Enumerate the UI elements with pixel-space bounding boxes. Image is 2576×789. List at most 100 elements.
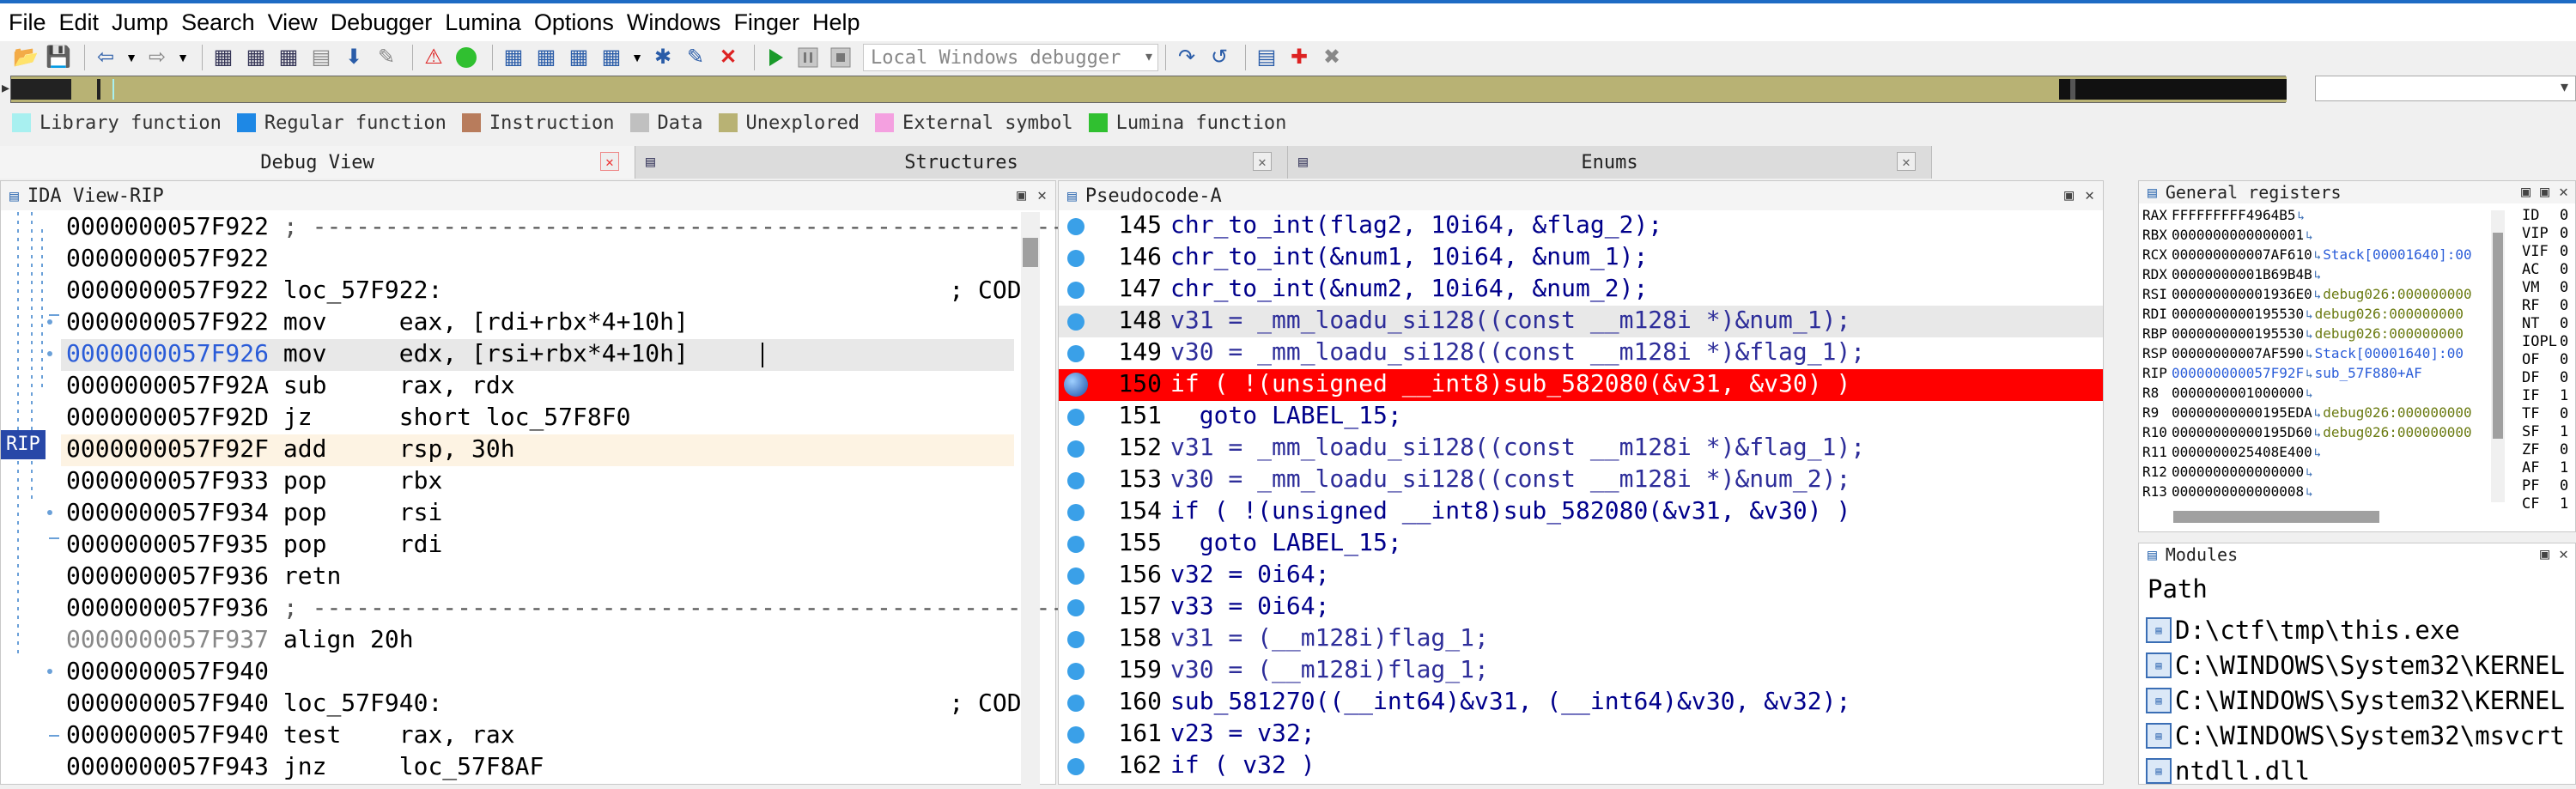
flag-value[interactable]: 1 — [2560, 459, 2568, 476]
pen-icon[interactable]: ✎ — [682, 44, 709, 71]
modules-column-header[interactable]: Path — [2148, 574, 2208, 604]
menu-item-finger[interactable]: Finger — [730, 9, 809, 36]
make-string-icon[interactable]: ▦ — [565, 44, 592, 71]
pseudocode-line[interactable]: 156 v32 = 0i64; — [1059, 560, 2103, 592]
flag-value[interactable]: 0 — [2560, 297, 2568, 314]
breakpoint-icon[interactable] — [1064, 373, 1088, 397]
jump-arrow-icon[interactable]: ↳ — [2306, 328, 2312, 342]
forward-arrow-icon[interactable]: ⇨ — [143, 44, 171, 71]
line-bullet-icon[interactable] — [1067, 567, 1084, 585]
flag-row[interactable]: VM 0 — [2522, 279, 2568, 298]
line-bullet-icon[interactable] — [1067, 663, 1084, 680]
register-value[interactable]: 00000000000195D60 — [2172, 424, 2312, 440]
flag-row[interactable]: OF 0 — [2522, 351, 2568, 370]
flag-row[interactable]: TF 0 — [2522, 405, 2568, 424]
menu-item-debugger[interactable]: Debugger — [327, 9, 442, 36]
ida-scrollbar-thumb[interactable] — [1023, 238, 1038, 267]
close-icon[interactable]: ✕ — [1897, 152, 1916, 171]
menu-item-file[interactable]: File — [5, 9, 56, 36]
tab-debug-view[interactable]: Debug View ✕ — [0, 146, 635, 179]
jump-arrow-icon[interactable]: ↳ — [2306, 308, 2312, 322]
restore-icon[interactable]: ▣ — [2064, 186, 2074, 204]
pseudocode-line[interactable]: 155 goto LABEL_15; — [1059, 528, 2103, 560]
chevron-down-icon[interactable]: ▼ — [630, 44, 644, 71]
pseudocode-line[interactable]: 149 v30 = _mm_loadu_si128((const __m128i … — [1059, 337, 2103, 369]
down-arrow-icon[interactable]: ⬇ — [340, 44, 368, 71]
register-value[interactable]: 0000000000000000 — [2172, 464, 2304, 480]
register-value[interactable]: 00000000001B69B4B — [2172, 266, 2312, 282]
register-value[interactable]: 0000000025408E400 — [2172, 444, 2312, 460]
disasm-line[interactable]: 0000000057F92D jz short loc_57F8F0 — [66, 403, 630, 434]
disasm-line[interactable]: 0000000057F937 align 20h — [66, 625, 414, 657]
binary-search-icon[interactable]: ▦ — [210, 44, 237, 71]
menu-item-windows[interactable]: Windows — [623, 9, 731, 36]
line-bullet-icon[interactable] — [1067, 695, 1084, 712]
search-next-icon[interactable]: ▤ — [307, 44, 335, 71]
menu-item-lumina[interactable]: Lumina — [441, 9, 531, 36]
pseudocode-line[interactable]: 148 v31 = _mm_loadu_si128((const __m128i … — [1059, 306, 2103, 337]
pseudocode-line[interactable]: 160 sub_581270((__int64)&v31, (__int64)&v… — [1059, 687, 2103, 719]
jump-arrow-icon[interactable]: ↳ — [2298, 209, 2305, 223]
disasm-line[interactable]: 0000000057F926 mov edx, [rsi+rbx*4+10h] — [66, 339, 689, 371]
disasm-line[interactable]: 0000000057F922 loc_57F922: ; CODE — [66, 276, 1036, 307]
chevron-down-icon[interactable]: ▼ — [125, 44, 138, 71]
line-bullet-icon[interactable] — [1067, 218, 1084, 235]
line-bullet-icon[interactable] — [1067, 313, 1084, 331]
green-circle-icon[interactable] — [453, 44, 480, 71]
pseudocode-line[interactable]: 146 chr_to_int(&num1, 10i64, &num_1); — [1059, 242, 2103, 274]
line-bullet-icon[interactable] — [1067, 250, 1084, 267]
register-value[interactable]: 0000000001000000 — [2172, 385, 2304, 401]
disasm-line[interactable]: 0000000057F943 jnz loc_57F8AF — [66, 752, 544, 784]
flag-value[interactable]: 0 — [2560, 261, 2568, 278]
jump-arrow-icon[interactable]: ↳ — [2314, 407, 2321, 421]
immediate-search-icon[interactable]: ▦ — [275, 44, 302, 71]
debugger-select[interactable]: Local Windows debugger ▾ — [863, 44, 1158, 71]
register-scrollbar-thumb[interactable] — [2493, 233, 2503, 439]
line-bullet-icon[interactable] — [1067, 726, 1084, 743]
line-bullet-icon[interactable] — [1067, 409, 1084, 426]
flag-row[interactable]: CF 1 — [2522, 495, 2568, 514]
disasm-line[interactable]: 0000000057F934 pop rsi — [66, 498, 442, 530]
pseudocode-line[interactable]: 158 v31 = (__m128i)flag_1; — [1059, 623, 2103, 655]
menu-item-view[interactable]: View — [264, 9, 327, 36]
line-bullet-icon[interactable] — [1067, 758, 1084, 775]
pause-icon[interactable] — [794, 44, 822, 71]
module-row[interactable]: ▤ C:\WINDOWS\System32\msvcrt — [2146, 718, 2565, 754]
register-value[interactable]: 0000000000195530 — [2172, 325, 2304, 342]
navigation-band[interactable] — [10, 76, 2287, 103]
ida-scrollbar[interactable] — [1021, 212, 1040, 786]
flag-row[interactable]: AF 1 — [2522, 459, 2568, 478]
register-row[interactable]: R11 0000000025408E400 ↳ — [2142, 444, 2323, 463]
disasm-line[interactable]: 0000000057F940 loc_57F940: ; CODE — [66, 689, 1036, 720]
register-value[interactable]: 00000000000195EDA — [2172, 404, 2312, 421]
register-row[interactable]: R8 0000000001000000 ↳ — [2142, 385, 2315, 404]
pseudocode-line[interactable]: 157 v33 = 0i64; — [1059, 592, 2103, 623]
disasm-line[interactable]: 0000000057F922 mov eax, [rdi+rbx*4+10h] — [66, 307, 689, 339]
register-value[interactable]: 0000000000000008 — [2172, 483, 2304, 500]
close-icon[interactable]: ✕ — [2085, 186, 2094, 204]
flag-row[interactable]: IF 1 — [2522, 387, 2568, 406]
jump-arrow-icon[interactable]: ↳ — [2306, 229, 2312, 243]
close-icon[interactable]: ✕ — [600, 152, 619, 171]
register-row[interactable]: RSI 000000000001936E0 ↳ debug026:000000000 — [2142, 286, 2472, 305]
flag-row[interactable]: PF 0 — [2522, 477, 2568, 496]
flag-value[interactable]: 0 — [2560, 369, 2568, 386]
general-registers-panel[interactable]: ▤ General registers ▣ ▣ ✕ RAX FFFFFFFFF49… — [2138, 180, 2576, 532]
remove-breakpoint-icon[interactable]: ✖ — [1318, 44, 1346, 71]
flag-value[interactable]: 1 — [2560, 423, 2568, 440]
register-value[interactable]: 0000000000000001 — [2172, 227, 2304, 243]
start-debug-icon[interactable] — [762, 44, 789, 71]
flag-row[interactable]: RF 0 — [2522, 297, 2568, 316]
add-struct-icon[interactable]: ✱ — [649, 44, 677, 71]
line-bullet-icon[interactable] — [1067, 504, 1084, 521]
pin-icon[interactable]: ▣ — [2540, 183, 2549, 201]
jump-arrow-icon[interactable]: ↳ — [2314, 249, 2321, 263]
jump-arrow-icon[interactable]: ↳ — [2314, 446, 2321, 460]
flag-row[interactable]: ZF 0 — [2522, 441, 2568, 460]
line-bullet-icon[interactable] — [1067, 536, 1084, 553]
line-bullet-icon[interactable] — [1067, 631, 1084, 648]
flag-value[interactable]: 1 — [2560, 495, 2568, 513]
register-row[interactable]: RBX 0000000000000001 ↳ — [2142, 227, 2315, 246]
pseudocode-line[interactable]: 162 if ( v32 ) — [1059, 750, 2103, 782]
jump-arrow-icon[interactable]: ↳ — [2314, 288, 2321, 302]
